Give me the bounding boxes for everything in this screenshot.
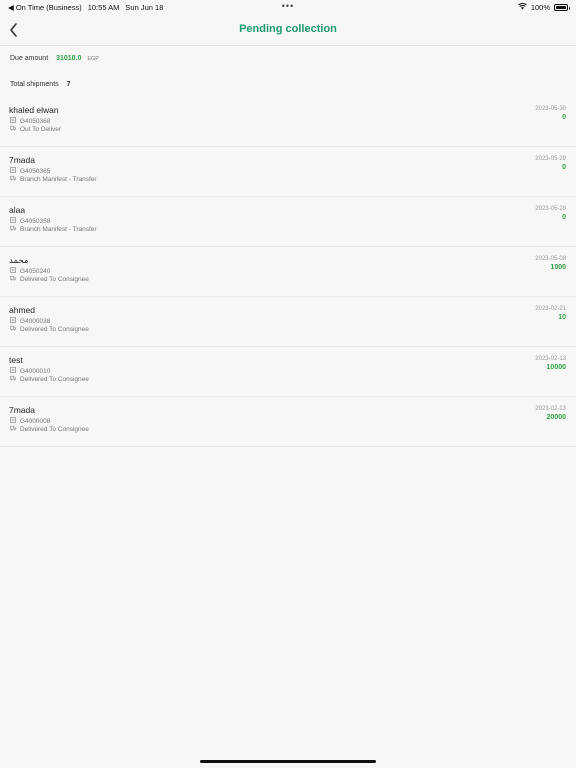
shipment-id-line: G4050365 — [10, 167, 50, 175]
status-bar: ◀ On Time (Business) 10:55 AM Sun Jun 18… — [0, 0, 576, 14]
truck-icon — [10, 325, 16, 333]
shipment-status: Delivered To Consignee — [20, 325, 89, 333]
shipment-name: ahmed — [9, 305, 35, 315]
shipment-status-line: Branch Manifest - Transfer — [10, 225, 97, 233]
document-icon — [10, 367, 16, 375]
home-indicator[interactable] — [200, 760, 376, 763]
shipment-status: Out To Deliver — [20, 125, 62, 133]
shipment-row[interactable]: 7mada G4000008 Delivered To Consignee 2023-… — [0, 397, 576, 447]
shipment-row[interactable]: test G4000010 Delivered To Consignee 2023-0… — [0, 347, 576, 397]
shipment-id-line: G4000008 — [10, 417, 50, 425]
shipment-row[interactable]: 7mada G4050365 Branch Manifest - Transfer 2… — [0, 147, 576, 197]
document-icon — [10, 117, 16, 125]
shipment-id: G4000010 — [20, 367, 51, 375]
shipment-date: 2023-05-30 — [535, 106, 566, 112]
shipment-name: 7mada — [9, 155, 35, 165]
document-icon — [10, 317, 16, 325]
shipment-status-line: Delivered To Consignee — [10, 325, 89, 333]
shipment-date: 2023-05-28 — [535, 206, 566, 212]
shipment-name: محمد — [9, 255, 29, 265]
shipment-date: 2023-02-13 — [535, 406, 566, 412]
shipment-id: G4050358 — [20, 217, 51, 225]
shipment-amount: 0 — [562, 214, 566, 221]
wifi-icon — [517, 2, 527, 12]
document-icon — [10, 267, 16, 275]
shipment-date: 2023-05-29 — [535, 156, 566, 162]
status-right: 100% — [517, 2, 570, 12]
document-icon — [10, 167, 16, 175]
shipment-row[interactable]: alaa G4050358 Branch Manifest - Transfer 20… — [0, 197, 576, 247]
shipment-id: G4050368 — [20, 117, 51, 125]
multitasking-dots[interactable]: ••• — [0, 1, 576, 11]
shipment-name: 7mada — [9, 405, 35, 415]
shipment-date: 2023-05-08 — [535, 256, 566, 262]
battery-percent: 100% — [530, 3, 550, 12]
shipment-name: alaa — [9, 205, 26, 215]
shipment-status-line: Delivered To Consignee — [10, 425, 89, 433]
shipment-amount: 1000 — [550, 264, 566, 271]
truck-icon — [10, 425, 16, 433]
shipment-name: test — [9, 355, 23, 365]
truck-icon — [10, 275, 16, 283]
shipment-id-line: G4000038 — [10, 317, 50, 325]
due-amount-row: Due amount 31010.0 EGP — [10, 55, 99, 62]
shipment-id-line: G4050240 — [10, 267, 50, 275]
shipment-id-line: G4050358 — [10, 217, 50, 225]
shipment-date: 2023-02-21 — [535, 306, 566, 312]
shipment-row[interactable]: محمد G4050240 Delivered To Consignee 2023-0… — [0, 247, 576, 297]
shipment-status: Delivered To Consignee — [20, 425, 89, 433]
shipment-id: G4050240 — [20, 267, 51, 275]
shipment-id: G4050365 — [20, 167, 51, 175]
shipment-id: G4000008 — [20, 417, 51, 425]
due-amount-unit: EGP — [87, 56, 99, 62]
truck-icon — [10, 175, 16, 183]
truck-icon — [10, 125, 16, 133]
due-amount-value: 31010.0 — [56, 55, 82, 62]
shipment-status-line: Delivered To Consignee — [10, 275, 89, 283]
truck-icon — [10, 375, 16, 383]
shipment-status: Delivered To Consignee — [20, 275, 89, 283]
shipment-status-line: Branch Manifest - Transfer — [10, 175, 97, 183]
truck-icon — [10, 225, 16, 233]
shipment-list: khaled elwan G4050368 Out To Deliver 2023-0… — [0, 97, 576, 447]
shipment-amount: 10000 — [546, 364, 566, 371]
shipment-amount: 0 — [562, 164, 566, 171]
due-amount-label: Due amount — [10, 55, 49, 62]
shipment-status: Branch Manifest - Transfer — [20, 225, 97, 233]
total-shipments-value: 7 — [66, 81, 71, 88]
total-shipments-row: Total shipments 7 — [10, 81, 71, 88]
shipment-amount: 0 — [562, 114, 566, 121]
total-shipments-label: Total shipments — [10, 81, 59, 88]
shipment-status-line: Out To Deliver — [10, 125, 61, 133]
shipment-id-line: G4000010 — [10, 367, 50, 375]
navigation-bar: Pending collection — [0, 14, 576, 46]
shipment-status: Branch Manifest - Transfer — [20, 175, 97, 183]
shipment-status: Delivered To Consignee — [20, 375, 89, 383]
document-icon — [10, 417, 16, 425]
shipment-name: khaled elwan — [9, 105, 59, 115]
shipment-amount: 10 — [558, 314, 566, 321]
document-icon — [10, 217, 16, 225]
battery-icon — [554, 4, 570, 11]
shipment-id: G4000038 — [20, 317, 51, 325]
shipment-status-line: Delivered To Consignee — [10, 375, 89, 383]
shipment-row[interactable]: ahmed G4000038 Delivered To Consignee 2023-… — [0, 297, 576, 347]
shipment-date: 2023-02-13 — [535, 356, 566, 362]
shipment-amount: 20000 — [546, 414, 566, 421]
page-title: Pending collection — [239, 23, 337, 35]
shipment-id-line: G4050368 — [10, 117, 50, 125]
shipment-row[interactable]: khaled elwan G4050368 Out To Deliver 2023-0… — [0, 97, 576, 147]
